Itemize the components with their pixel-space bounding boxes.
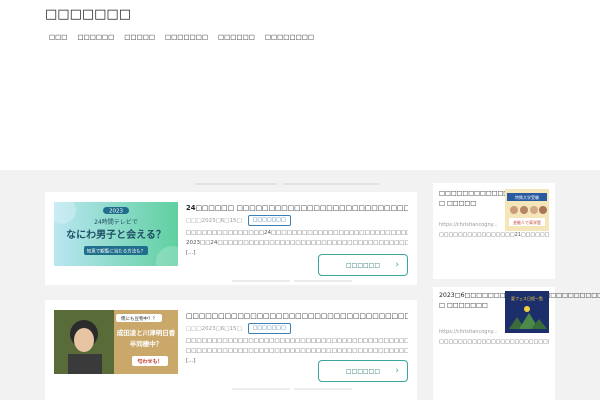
category-badge[interactable]: □□□□□□□ bbox=[247, 323, 291, 334]
post-title[interactable]: 24□□□□□□ □□□□□□□□□□□□□□□□□□□□□□□□□□□□□□□… bbox=[186, 203, 408, 213]
chevron-right-icon: › bbox=[395, 260, 399, 270]
thumbnail-image: 俺にも豆物中？？ 成田凌と川津明日香 半同棲中？ 匂わせも！ bbox=[54, 310, 178, 374]
nav-item-6[interactable]: □□□□□□□□ bbox=[260, 32, 319, 42]
divider bbox=[232, 388, 290, 390]
read-more-button[interactable]: □□□□□□ › bbox=[318, 360, 408, 382]
svg-text:2023: 2023 bbox=[109, 209, 123, 215]
nav-item-3[interactable]: □□□□□ bbox=[119, 32, 160, 42]
thumbnail-image: 2023 24時間テレビで なにわ男子と会える？ 知恵で観覧に当たる方法も？ bbox=[54, 202, 178, 266]
divider bbox=[232, 280, 290, 282]
sidebar-post-description: □□□□□□□□□□□□□□□□□□□□□□□□□□□□□□□□□□□□□□□□… bbox=[439, 339, 549, 345]
site-header: □□□□□□□ □□□ □□□□□□ □□□□□ □□□□□□□ □□□□□□ … bbox=[0, 0, 600, 170]
nav-item-1[interactable]: □□□ bbox=[45, 32, 72, 42]
post-card[interactable]: 2023 24時間テレビで なにわ男子と会える？ 知恵で観覧に当たる方法も？ 2… bbox=[45, 192, 417, 285]
global-nav: □□□ □□□□□□ □□□□□ □□□□□□□ □□□□□□ □□□□□□□□ bbox=[45, 32, 319, 42]
post-date: □□□2023□6□15□ bbox=[186, 217, 242, 224]
sidebar-post-title[interactable]: □□□□□□□□□□□□□21□□□□ □ □□□□□ bbox=[439, 189, 546, 209]
svg-text:知恵で観覧に当たる方法も？: 知恵で観覧に当たる方法も？ bbox=[87, 248, 146, 255]
read-more-label: □□□□□□ bbox=[345, 261, 380, 269]
post-thumbnail[interactable]: 2023 24時間テレビで なにわ男子と会える？ 知恵で観覧に当たる方法も？ bbox=[54, 202, 178, 266]
post-date: □□□2023□6□15□ bbox=[186, 325, 242, 332]
sidebar-post-title[interactable]: 2023□6□□□□□□□□6□□□□□□□□□□□□□□□ □ □□□□□□□ bbox=[439, 291, 600, 311]
thumbnail-image: 夏フェス日程一覧 bbox=[505, 291, 549, 333]
svg-text:24時間テレビで: 24時間テレビで bbox=[94, 218, 138, 226]
sidebar-post-card[interactable]: □□□□□□□□□□□□□21□□□□ □ □□□□□ 特殊大学受験 芸能人で高… bbox=[433, 183, 555, 279]
divider bbox=[294, 388, 352, 390]
category-badge[interactable]: □□□□□□□ bbox=[247, 215, 291, 226]
sidebar-post-url: https://christiancogny... bbox=[439, 222, 498, 228]
sidebar-post-description: □□□□□□□□□□□□□□□□21□□□□□□□□□□□□□□□□□□□□□□… bbox=[439, 232, 549, 238]
sidebar-post-url: https://christiancogny... bbox=[439, 329, 498, 335]
svg-text:特殊大学受験: 特殊大学受験 bbox=[515, 194, 539, 200]
svg-text:半同棲中？: 半同棲中？ bbox=[130, 339, 163, 348]
svg-text:夏フェス日程一覧: 夏フェス日程一覧 bbox=[511, 295, 543, 301]
post-title[interactable]: □□□□□□□□□□□□□□□□□□□□□□□□□□□□□□□□□□□□□□□□… bbox=[186, 311, 408, 321]
nav-item-2[interactable]: □□□□□□ bbox=[72, 32, 119, 42]
read-more-label: □□□□□□ bbox=[345, 367, 380, 375]
post-meta: □□□2023□6□15□ □□□□□□□ bbox=[186, 215, 291, 226]
nav-item-4[interactable]: □□□□□□□ bbox=[160, 32, 213, 42]
svg-text:なにわ男子と会える？: なにわ男子と会える？ bbox=[66, 228, 166, 241]
divider bbox=[195, 183, 277, 185]
post-thumbnail[interactable]: 俺にも豆物中？？ 成田凌と川津明日香 半同棲中？ 匂わせも！ bbox=[54, 310, 178, 374]
chevron-right-icon: › bbox=[395, 366, 399, 376]
divider bbox=[283, 183, 379, 185]
svg-text:俺にも豆物中？？: 俺にも豆物中？？ bbox=[121, 315, 157, 322]
site-title[interactable]: □□□□□□□ bbox=[45, 7, 131, 22]
read-more-button[interactable]: □□□□□□ › bbox=[318, 254, 408, 276]
post-meta: □□□2023□6□15□ □□□□□□□ bbox=[186, 323, 291, 334]
divider bbox=[294, 280, 352, 282]
post-card[interactable]: 俺にも豆物中？？ 成田凌と川津明日香 半同棲中？ 匂わせも！ □□□□□□□□□… bbox=[45, 300, 417, 400]
nav-item-5[interactable]: □□□□□□ bbox=[213, 32, 260, 42]
svg-text:成田凌と川津明日香: 成田凌と川津明日香 bbox=[117, 328, 176, 337]
svg-text:匂わせも！: 匂わせも！ bbox=[136, 358, 162, 365]
sidebar-post-card[interactable]: 2023□6□□□□□□□□6□□□□□□□□□□□□□□□ □ □□□□□□□… bbox=[433, 287, 600, 400]
sidebar-post-thumbnail[interactable]: 夏フェス日程一覧 bbox=[505, 291, 549, 333]
